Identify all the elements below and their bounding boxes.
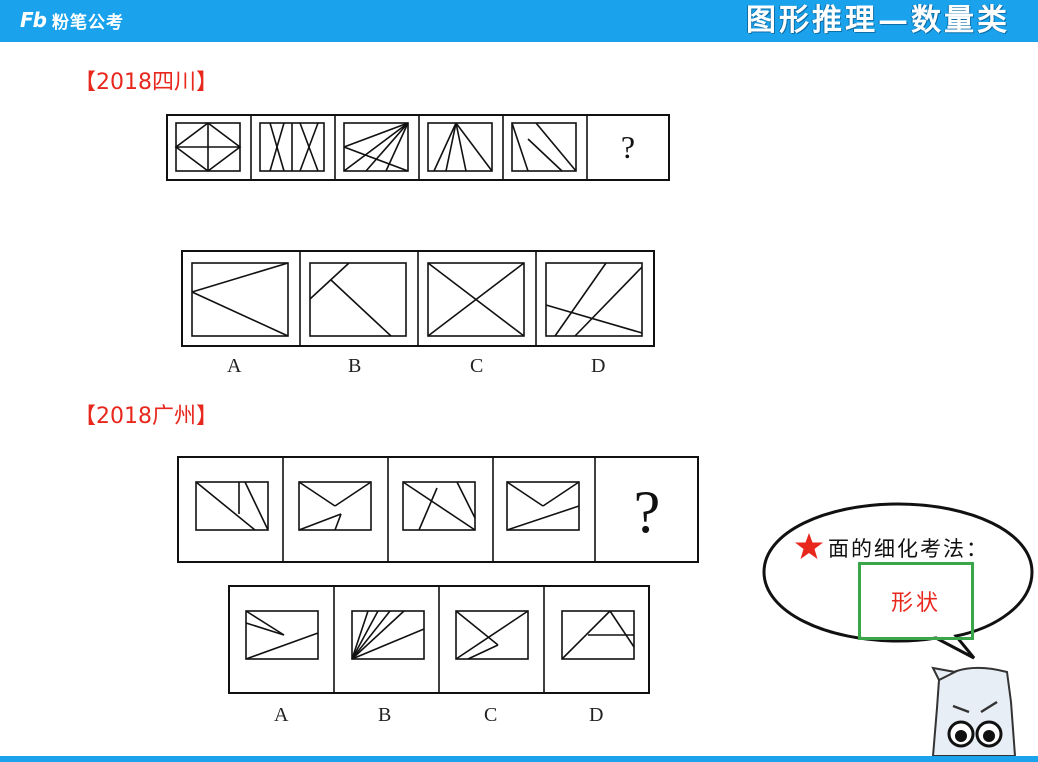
q1-option-a-figure [191, 262, 289, 337]
q1-figure-3 [343, 122, 409, 172]
q2-figure-1 [195, 481, 269, 531]
q1-option-d-figure [545, 262, 643, 337]
question-1-options [181, 250, 657, 348]
q2-option-a-label: A [274, 704, 289, 726]
bubble-title: 面的细化考法： [828, 537, 989, 561]
q2-option-c-figure [455, 610, 529, 660]
q1-option-c-figure [427, 262, 525, 337]
q2-figure-4 [506, 481, 580, 531]
q2-option-b-label: B [378, 704, 392, 726]
q1-option-a-label: A [227, 355, 242, 377]
logo-text: 粉笔公考 [51, 12, 124, 33]
q1-figure-2 [259, 122, 325, 172]
question-1-label: 【2018四川】 [74, 70, 218, 95]
q2-option-c-label: C [484, 704, 498, 726]
question-2-sequence: ? [177, 456, 701, 564]
q2-option-d-label: D [589, 704, 604, 726]
q2-figure-2 [298, 481, 372, 531]
q1-option-d-label: D [591, 355, 606, 377]
q2-option-b-figure [351, 610, 425, 660]
q2-option-a-figure [245, 610, 319, 660]
q2-option-d-figure [561, 610, 635, 660]
star-icon [795, 533, 823, 559]
mascot-character [931, 666, 1017, 756]
q1-figure-5 [511, 122, 577, 172]
question-2-options [228, 585, 652, 695]
q1-option-c-label: C [470, 355, 484, 377]
page-title: 图形推理—数量类 [746, 3, 1010, 38]
q2-figure-3 [402, 481, 476, 531]
question-2-label: 【2018广州】 [74, 404, 218, 429]
answer-box: 形状 [858, 562, 974, 640]
q1-figure-4 [427, 122, 493, 172]
question-1-sequence: ? [166, 114, 672, 182]
logo-mark: Fb [20, 8, 47, 32]
q1-option-b-figure [309, 262, 407, 337]
q1-question-mark: ? [621, 129, 635, 165]
header-bar: Fb 粉笔公考 图形推理—数量类 [0, 0, 1038, 42]
logo: Fb 粉笔公考 [20, 6, 124, 34]
answer-text: 形状 [890, 591, 941, 616]
footer-bar [0, 756, 1038, 762]
q1-option-b-label: B [348, 355, 362, 377]
q2-question-mark: ? [634, 479, 661, 545]
q1-figure-1 [174, 122, 242, 172]
